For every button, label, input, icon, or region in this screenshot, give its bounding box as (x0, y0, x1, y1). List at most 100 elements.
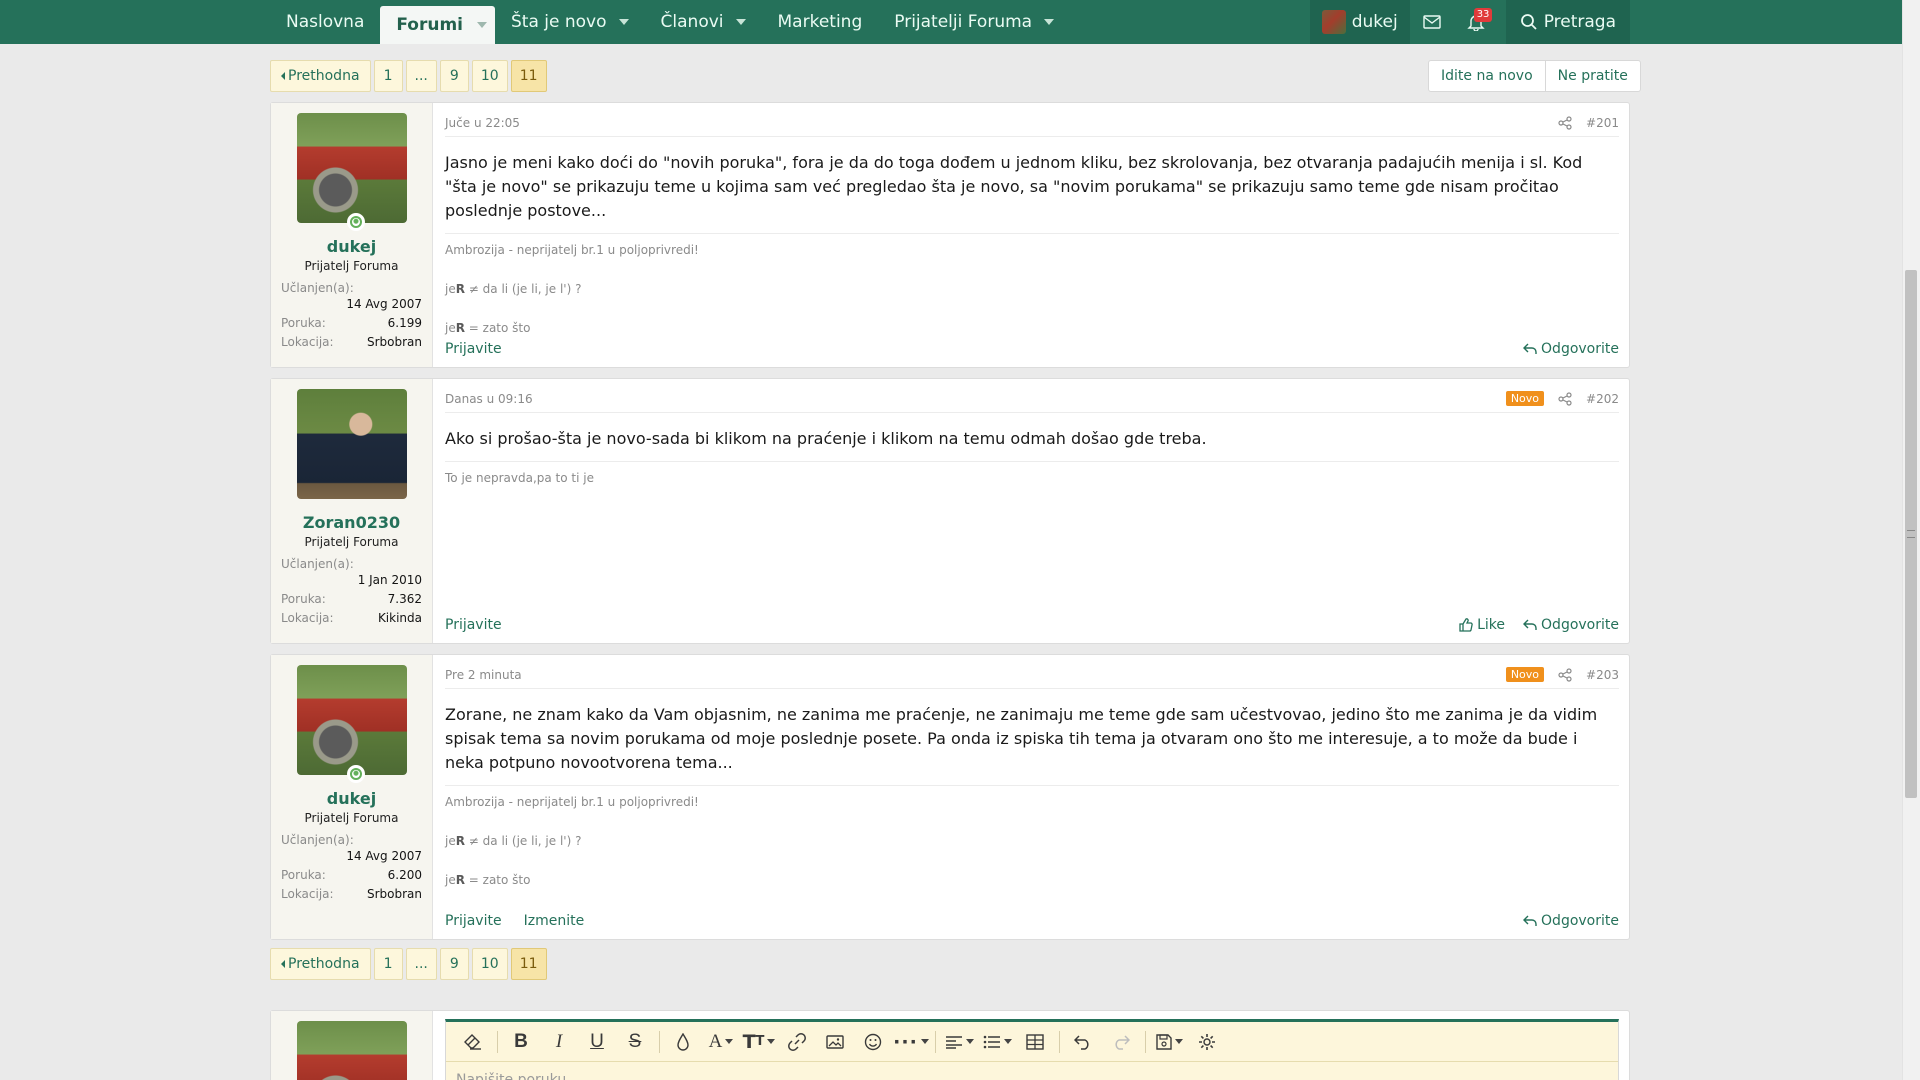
chevron-down-icon[interactable] (1044, 19, 1055, 25)
report-link[interactable]: Prijavite (445, 617, 502, 633)
author-username[interactable]: dukej (281, 789, 422, 808)
share-icon[interactable] (1558, 115, 1572, 130)
account-menu[interactable]: dukej (1309, 0, 1410, 44)
post-author-block: Zoran0230 Prijatelj Foruma Učlanjen(a): … (271, 379, 433, 643)
clear-format-button[interactable] (454, 1027, 492, 1057)
post-timestamp[interactable]: Pre 2 minuta (445, 668, 522, 682)
signature-line: Ambrozija - neprijatelj br.1 u poljopriv… (445, 243, 699, 257)
author-username[interactable]: Zoran0230 (281, 513, 422, 532)
go-to-unread-button[interactable]: Idite na novo (1429, 61, 1545, 91)
pagination-page[interactable]: 9 (439, 60, 469, 92)
author-username[interactable]: dukej (281, 237, 422, 256)
table-icon (1026, 1033, 1044, 1050)
report-link[interactable]: Prijavite (445, 913, 502, 929)
account-username: dukej (1351, 12, 1398, 32)
insert-image-button[interactable] (816, 1027, 854, 1057)
underline-button[interactable]: U (578, 1027, 616, 1057)
post-203: dukej Prijatelj Foruma Učlanjen(a): 14 A… (270, 654, 1630, 940)
undo-icon (1074, 1034, 1089, 1050)
eraser-icon (464, 1033, 481, 1050)
bold-icon: B (514, 1030, 528, 1052)
chevron-down-icon[interactable] (735, 19, 746, 25)
share-icon[interactable] (1558, 391, 1572, 406)
post-201: dukej Prijatelj Foruma Učlanjen(a): 14 A… (270, 102, 1630, 368)
location-row: Lokacija: Kikinda (281, 611, 422, 625)
reply-button[interactable]: Odgovorite (1523, 617, 1619, 633)
chevron-down-icon[interactable] (618, 19, 629, 25)
ellipsis-icon: ··· (893, 1030, 918, 1053)
avatar[interactable] (296, 665, 407, 783)
undo-button[interactable] (1064, 1027, 1102, 1057)
share-icon[interactable] (1558, 667, 1572, 682)
more-options-button[interactable]: ··· (892, 1027, 930, 1057)
strikethrough-button[interactable]: S (616, 1027, 654, 1057)
chevron-down-icon (725, 1039, 734, 1044)
alerts-button[interactable]: 33 (1454, 0, 1498, 44)
nav-inner: Naslovna Forumi Šta je novo Članovi Mark… (270, 0, 1630, 44)
list-button[interactable] (978, 1027, 1016, 1057)
italic-button[interactable]: I (540, 1027, 578, 1057)
nav-item-clanovi[interactable]: Članovi (645, 0, 762, 44)
link-icon (788, 1032, 806, 1051)
nav-item-sta-je-novo[interactable]: Šta je novo (495, 0, 645, 44)
page-scrollbar[interactable] (1902, 0, 1920, 1080)
post-actions: Like Odgovorite (1441, 617, 1619, 633)
font-size-button[interactable]: TT (740, 1027, 778, 1057)
post-timestamp[interactable]: Danas u 09:16 (445, 392, 533, 406)
bold-button[interactable]: B (502, 1027, 540, 1057)
nav-item-prijatelji-foruma[interactable]: Prijatelji Foruma (878, 0, 1070, 44)
post-body: Jasno je meni kako doći do "novih poruka… (445, 153, 1583, 220)
search-button[interactable]: Pretraga (1505, 0, 1630, 44)
inbox-button[interactable] (1410, 0, 1454, 44)
redo-button[interactable] (1102, 1027, 1140, 1057)
avatar[interactable] (296, 113, 407, 231)
image-icon (826, 1034, 844, 1049)
post-footer: Prijavite Izmenite Odgovorite (445, 913, 1619, 929)
pagination-ellipsis[interactable]: ... (405, 60, 437, 92)
pagination-page[interactable]: 1 (373, 60, 403, 92)
nav-item-naslovna[interactable]: Naslovna (270, 0, 380, 44)
drafts-button[interactable] (1150, 1027, 1188, 1057)
post-number[interactable]: #201 (1586, 116, 1619, 130)
pagination-current-page[interactable]: 11 (510, 948, 547, 980)
pagination-ellipsis[interactable]: ... (405, 948, 437, 980)
pagination-page[interactable]: 10 (471, 60, 508, 92)
post-number[interactable]: #202 (1586, 392, 1619, 406)
unwatch-button[interactable]: Ne pratite (1544, 61, 1640, 91)
nav-item-forumi[interactable]: Forumi (380, 6, 496, 44)
insert-table-button[interactable] (1016, 1027, 1054, 1057)
report-link[interactable]: Prijavite (445, 341, 502, 357)
pagination-page[interactable]: 9 (439, 948, 469, 980)
post-number[interactable]: #203 (1586, 668, 1619, 682)
reply-button[interactable]: Odgovorite (1523, 913, 1619, 929)
avatar[interactable] (296, 389, 407, 499)
joined-label: Učlanjen(a): (281, 557, 354, 571)
droplet-icon (677, 1032, 689, 1051)
post-actions: Odgovorite (1505, 913, 1619, 929)
pagination-page[interactable]: 10 (471, 948, 508, 980)
editor-settings-button[interactable] (1188, 1027, 1226, 1057)
insert-link-button[interactable] (778, 1027, 816, 1057)
like-button[interactable]: Like (1459, 617, 1505, 633)
pagination-prev[interactable]: Prethodna (270, 60, 371, 92)
text-color-button[interactable] (664, 1027, 702, 1057)
post-timestamp[interactable]: Juče u 22:05 (445, 116, 520, 130)
pagination-prev[interactable]: Prethodna (270, 948, 371, 980)
text-size-icon: T (742, 1030, 756, 1053)
reply-icon (1523, 619, 1537, 630)
thumbs-up-icon (1459, 618, 1473, 632)
signature-line: jeR ≠ da li (je li, je l') ? (445, 834, 582, 848)
pagination-page[interactable]: 1 (373, 948, 403, 980)
align-button[interactable] (940, 1027, 978, 1057)
reply-button[interactable]: Odgovorite (1523, 341, 1619, 357)
toolbar-separator (496, 1030, 498, 1053)
pagination-current-page[interactable]: 11 (510, 60, 547, 92)
post-message: Pre 2 minuta Novo #203 Zorane, ne znam k… (433, 655, 1629, 939)
edit-link[interactable]: Izmenite (524, 913, 585, 929)
nav-item-marketing[interactable]: Marketing (762, 0, 879, 44)
font-family-button[interactable]: A (702, 1027, 740, 1057)
chevron-down-icon[interactable] (477, 22, 488, 28)
message-input[interactable]: Napišite poruku... (446, 1062, 1618, 1080)
smilies-button[interactable] (854, 1027, 892, 1057)
post-author-block: dukej Prijatelj Foruma Učlanjen(a): 14 A… (271, 103, 433, 367)
